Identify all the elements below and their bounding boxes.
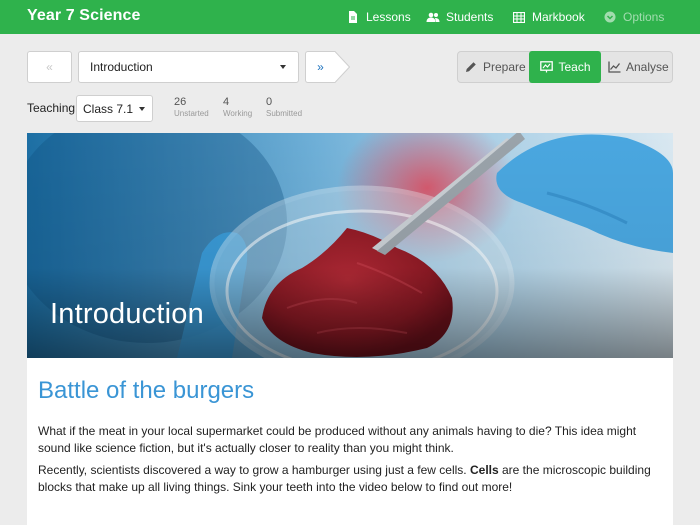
mode-teach-button[interactable]: Teach (529, 51, 601, 83)
hero-title: Introduction (50, 298, 204, 330)
stat-unstarted-value: 26 (174, 96, 187, 108)
nav-markbook-label: Markbook (532, 10, 585, 24)
teaching-label: Teaching (27, 101, 76, 115)
mode-prepare-button[interactable]: Prepare (464, 51, 526, 83)
app-title: Year 7 Science (27, 7, 141, 24)
cells-paragraph: Recently, scientists discovered a way to… (38, 462, 668, 496)
previous-lesson-button[interactable]: « (27, 51, 72, 83)
circle-chevron-icon (603, 10, 617, 24)
nav-lessons-label: Lessons (366, 10, 411, 24)
caret-down-icon (139, 107, 145, 111)
stat-submitted-label: Submitted (266, 109, 303, 118)
section-heading: Battle of the burgers (38, 377, 255, 404)
table-icon (512, 10, 526, 24)
nav-markbook[interactable]: Markbook (512, 0, 585, 34)
stat-working: 4 Working (223, 96, 252, 119)
hero-image: Introduction (27, 133, 673, 358)
stat-working-label: Working (223, 109, 253, 118)
cells-keyword: Cells (469, 463, 499, 477)
whiteboard-icon (539, 60, 553, 74)
stat-unstarted-label: Unstarted (174, 109, 209, 118)
mode-analyse-button[interactable]: Analyse (607, 51, 669, 83)
class-select-value: Class 7.1 (83, 101, 134, 116)
lesson-select[interactable]: Introduction (78, 51, 299, 83)
nav-options-label: Options (623, 10, 665, 24)
stat-working-value: 4 (223, 96, 230, 108)
top-bar: Year 7 Science Lessons Students Markbook… (0, 0, 700, 34)
cells-paragraph-text: Recently, scientists discovered a way to… (38, 463, 470, 477)
stat-submitted-value: 0 (266, 96, 273, 108)
stat-unstarted: 26 Unstarted (174, 96, 209, 119)
nav-lessons[interactable]: Lessons (346, 0, 411, 34)
pencil-icon (464, 60, 478, 74)
line-chart-icon (607, 60, 621, 74)
mode-prepare-label: Prepare (483, 60, 526, 74)
stat-submitted: 0 Submitted (266, 96, 302, 119)
nav-students-label: Students (446, 10, 494, 24)
lesson-content-card: Introduction Battle of the burgers What … (27, 133, 673, 525)
nav-students[interactable]: Students (426, 0, 493, 34)
mode-teach-label: Teach (558, 60, 591, 74)
class-select[interactable]: Class 7.1 (76, 95, 153, 122)
document-icon (346, 10, 360, 24)
nav-options[interactable]: Options (603, 0, 664, 34)
users-icon (426, 10, 440, 24)
caret-down-icon (280, 65, 286, 69)
mode-analyse-label: Analyse (626, 60, 669, 74)
intro-paragraph: What if the meat in your local supermark… (38, 424, 637, 455)
lesson-select-value: Introduction (90, 60, 153, 74)
next-lesson-button[interactable]: » (305, 51, 335, 83)
mode-switcher: Prepare Teach Analyse (457, 51, 673, 83)
next-button-arrow-tip[interactable] (334, 51, 350, 83)
